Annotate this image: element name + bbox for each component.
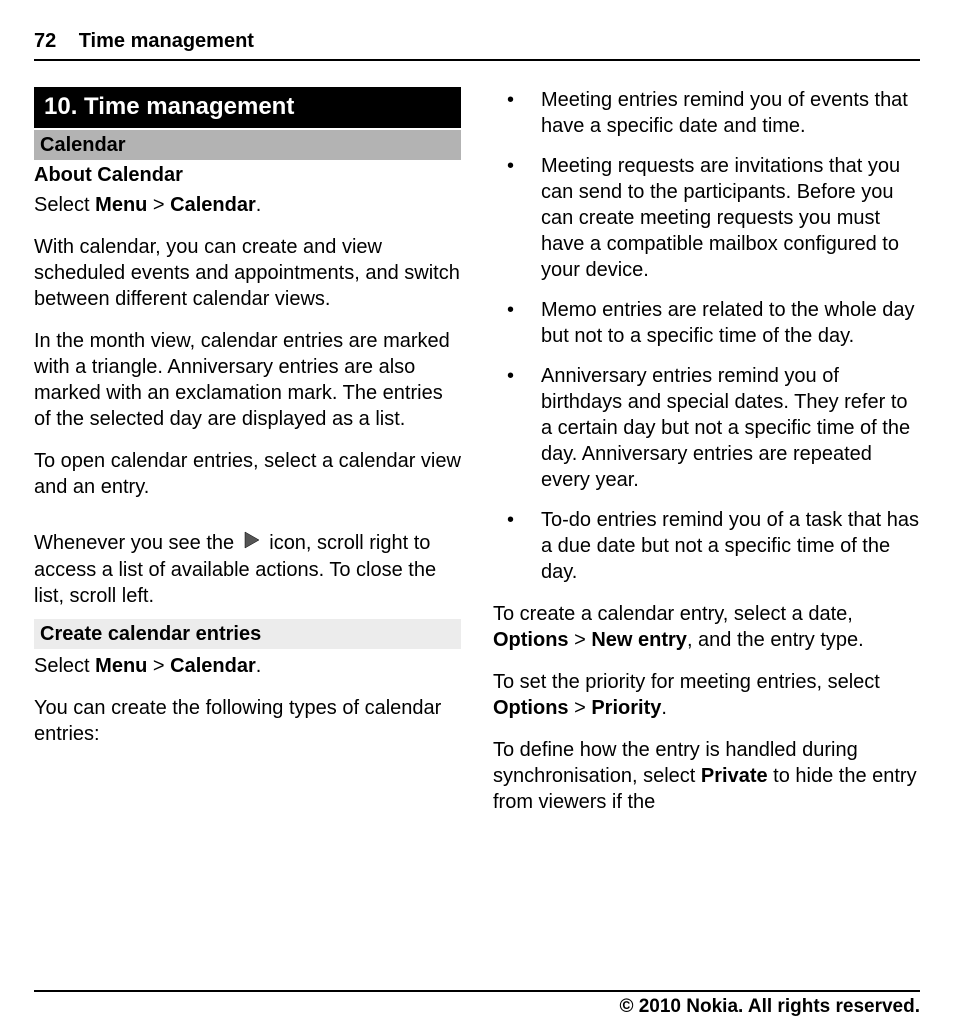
content-columns: 10. Time management Calendar About Calen… <box>34 87 920 815</box>
period: . <box>661 697 667 719</box>
calendar-label: Calendar <box>170 194 256 216</box>
chapter-heading: 10. Time management <box>34 87 461 128</box>
page-number: 72 <box>34 30 56 52</box>
arrow-right-icon <box>242 530 262 557</box>
section-create-entries: Create calendar entries <box>34 619 461 649</box>
private-label: Private <box>701 765 768 787</box>
para-sync-private: To define how the entry is handled durin… <box>493 737 920 815</box>
period: . <box>256 194 262 216</box>
separator: > <box>147 194 170 216</box>
options-label: Options <box>493 629 569 651</box>
text: Select <box>34 194 95 216</box>
separator: > <box>147 655 170 677</box>
separator: > <box>569 697 592 719</box>
list-item: Memo entries are related to the whole da… <box>493 297 920 349</box>
text: , and the entry type. <box>687 629 864 651</box>
priority-label: Priority <box>591 697 661 719</box>
select-line-2: Select Menu > Calendar. <box>34 653 461 679</box>
para-overview: With calendar, you can create and view s… <box>34 234 461 312</box>
options-label: Options <box>493 697 569 719</box>
page-title: Time management <box>79 30 254 52</box>
period: . <box>256 655 262 677</box>
text: Whenever you see the <box>34 532 240 554</box>
text: Select <box>34 655 95 677</box>
select-line-1: Select Menu > Calendar. <box>34 192 461 218</box>
list-item: To-do entries remind you of a task that … <box>493 507 920 585</box>
new-entry-label: New entry <box>591 629 687 651</box>
entry-types-list: Meeting entries remind you of events tha… <box>493 87 920 585</box>
subhead-about-calendar: About Calendar <box>34 160 461 190</box>
text: To create a calendar entry, select a dat… <box>493 603 853 625</box>
list-item: Meeting requests are invitations that yo… <box>493 153 920 283</box>
section-calendar: Calendar <box>34 130 461 160</box>
para-entry-types: You can create the following types of ca… <box>34 695 461 747</box>
para-create-entry: To create a calendar entry, select a dat… <box>493 601 920 653</box>
para-open-entries: To open calendar entries, select a calen… <box>34 448 461 500</box>
list-item: Meeting entries remind you of events tha… <box>493 87 920 139</box>
para-arrow-icon: Whenever you see the icon, scroll right … <box>34 530 461 609</box>
left-column: 10. Time management Calendar About Calen… <box>34 87 461 815</box>
separator: > <box>569 629 592 651</box>
right-column: Meeting entries remind you of events tha… <box>493 87 920 815</box>
page-footer: © 2010 Nokia. All rights reserved. <box>34 990 920 1018</box>
list-item: Anniversary entries remind you of birthd… <box>493 363 920 493</box>
menu-label: Menu <box>95 655 147 677</box>
menu-label: Menu <box>95 194 147 216</box>
text: To set the priority for meeting entries,… <box>493 671 880 693</box>
calendar-label: Calendar <box>170 655 256 677</box>
para-set-priority: To set the priority for meeting entries,… <box>493 669 920 721</box>
para-month-view: In the month view, calendar entries are … <box>34 328 461 432</box>
page-header: 72 Time management <box>34 30 920 61</box>
